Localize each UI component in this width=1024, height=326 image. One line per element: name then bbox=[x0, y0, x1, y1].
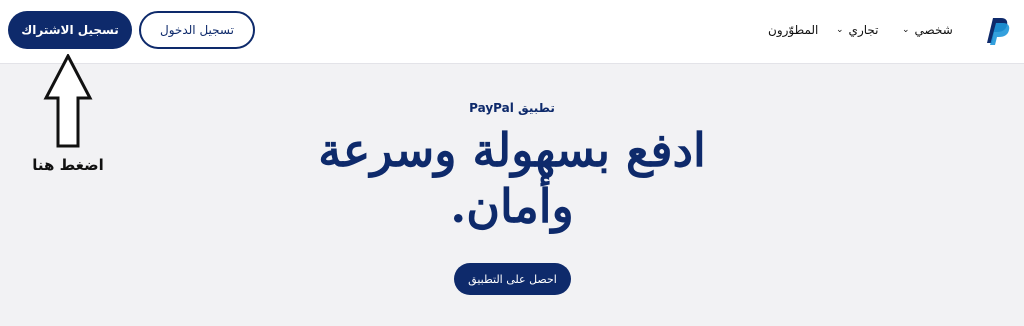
hero-kicker: تطبيق PayPal bbox=[469, 101, 555, 115]
hero-headline: ادفع بسهولة وسرعة وأمان. bbox=[318, 123, 706, 233]
chevron-down-icon: ⌄ bbox=[836, 25, 844, 35]
nav-item-business[interactable]: تجاري ⌄ bbox=[836, 23, 878, 37]
paypal-logo[interactable] bbox=[984, 16, 1010, 46]
get-app-button[interactable]: احصل على التطبيق bbox=[454, 263, 571, 295]
up-arrow-icon bbox=[43, 54, 93, 148]
nav-item-developers-label: المطوّرون bbox=[768, 23, 819, 37]
signup-button[interactable]: تسجيل الاشتراك bbox=[8, 11, 132, 49]
click-here-annotation: اضغط هنا bbox=[32, 156, 104, 174]
login-button[interactable]: تسجيل الدخول bbox=[139, 11, 255, 49]
nav-item-personal[interactable]: شخصي ⌄ bbox=[902, 23, 953, 37]
chevron-down-icon: ⌄ bbox=[902, 25, 910, 35]
nav-item-business-label: تجاري bbox=[848, 23, 879, 37]
top-navigation-bar: تسجيل الاشتراك تسجيل الدخول شخصي ⌄ تجاري… bbox=[0, 0, 1024, 64]
nav-item-personal-label: شخصي bbox=[914, 23, 953, 37]
nav-item-developers[interactable]: المطوّرون bbox=[768, 23, 818, 37]
